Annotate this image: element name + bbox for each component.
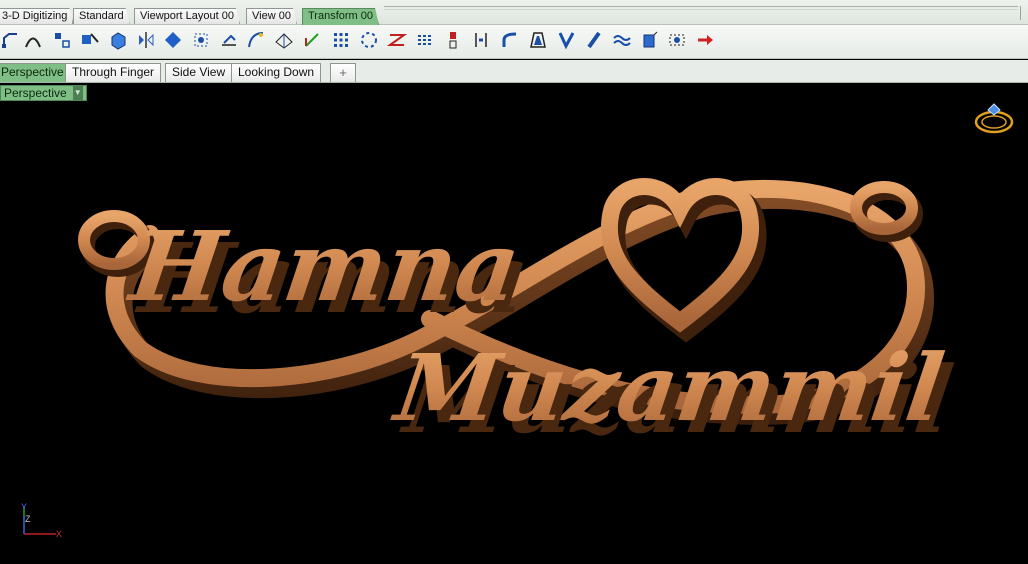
viewport-tab-side-view[interactable]: Side View [165,63,233,82]
viewport-tabs: Perspective Through Finger Side View Loo… [0,60,1028,83]
toolbar-options-icon[interactable] [1020,6,1028,20]
smash-icon[interactable] [555,29,577,51]
viewport-tab-perspective[interactable]: Perspective [0,63,71,82]
tab-3d-digitizing[interactable]: 3-D Digitizing [0,8,73,24]
move-icon[interactable] [79,29,101,51]
viewport-tab-looking-down[interactable]: Looking Down [231,63,322,82]
cube-icon[interactable] [107,29,129,51]
viewport-title-button[interactable]: Perspective ▼ [0,85,87,101]
name-bottom: Muzammil [387,333,950,441]
diamond-icon[interactable] [162,29,184,51]
tab-strip-divider [384,6,1018,10]
bend-icon[interactable] [245,29,267,51]
name-top: Hamna [121,209,526,322]
box-edit-icon[interactable] [639,29,661,51]
tab-viewport-layout[interactable]: Viewport Layout 00 [134,8,240,24]
right-jump-ring [850,181,923,242]
flow-icon[interactable] [470,29,492,51]
viewport-tab-through-finger[interactable]: Through Finger [65,63,162,82]
transform-toolbar [0,25,1028,59]
mirror-icon[interactable] [135,29,157,51]
polar-array-icon[interactable] [358,29,380,51]
cage-icon[interactable] [527,29,549,51]
ring-gem-icon[interactable] [972,102,1016,136]
tab-view[interactable]: View 00 [246,8,297,24]
perspective-viewport[interactable]: Hamna Hamna Muzammil Muzammil Perspectiv… [0,84,1028,564]
wave-icon[interactable] [611,29,633,51]
gumball-icon[interactable] [190,29,212,51]
array-icon[interactable] [330,29,352,51]
axis-icon[interactable] [301,29,323,51]
path-array-icon[interactable] [414,29,436,51]
scale-icon[interactable] [218,29,240,51]
axis-z-label: Z [25,514,31,524]
arc-icon[interactable] [22,29,44,51]
toolbar-tab-strip: 3-D Digitizing Standard Viewport Layout … [0,0,1028,25]
axis-x-label: X [56,529,62,539]
twist-icon[interactable] [386,29,408,51]
arrow-right-icon[interactable] [694,29,716,51]
chevron-down-icon[interactable]: ▼ [72,86,83,100]
plane-icon[interactable] [273,29,295,51]
taper-icon[interactable] [499,29,521,51]
viewport-title: Perspective [4,86,67,100]
align-icon[interactable] [442,29,464,51]
tab-standard[interactable]: Standard [73,8,130,24]
stretch-icon[interactable] [583,29,605,51]
curve-icon[interactable] [0,29,22,51]
tab-transform[interactable]: Transform 00 [302,8,379,25]
transform-icon[interactable] [51,29,73,51]
morph-icon[interactable] [666,29,688,51]
axis-y-label: Y [21,502,27,512]
world-axes-icon: Y Z X [21,502,62,539]
jewelry-model[interactable]: Hamna Hamna Muzammil Muzammil [0,84,1028,564]
add-viewport-tab-button[interactable]: + [330,63,356,82]
